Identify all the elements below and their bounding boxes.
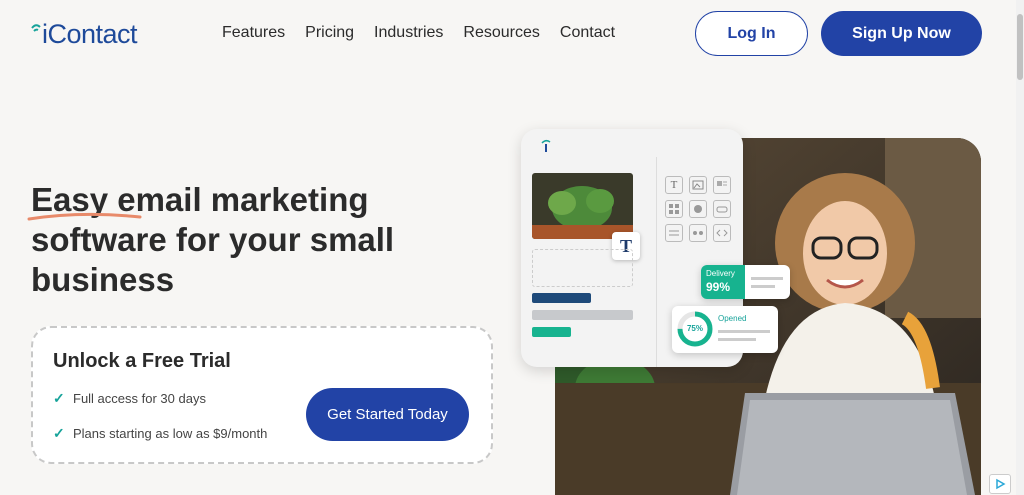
delivery-label: Delivery <box>706 269 735 278</box>
app-logo-icon <box>540 138 552 159</box>
panel-divider <box>656 157 657 367</box>
placeholder-line <box>751 285 775 288</box>
opened-stat-card: 75% Opened <box>672 306 778 353</box>
empty-drop-zone[interactable] <box>532 249 633 287</box>
block-toolbox: T <box>665 176 731 242</box>
button-tool-icon[interactable] <box>713 200 731 218</box>
trial-feature-text: Full access for 30 days <box>73 391 206 406</box>
text-tool-icon[interactable]: T <box>665 176 683 194</box>
opened-label: Opened <box>718 314 747 323</box>
placeholder-line <box>751 277 783 280</box>
trial-feature-text: Plans starting as low as $9/month <box>73 426 268 441</box>
text-placeholder <box>532 310 633 320</box>
delivery-stat-badge: Delivery 99% <box>701 265 745 299</box>
signup-button[interactable]: Sign Up Now <box>821 11 982 56</box>
placeholder-line <box>718 338 756 341</box>
heading-placeholder <box>532 293 591 303</box>
main-nav: Features Pricing Industries Resources Co… <box>222 24 615 42</box>
delivery-stat-card: Delivery 99% <box>701 265 790 299</box>
trial-title: Unlock a Free Trial <box>53 350 231 372</box>
video-tool-icon[interactable] <box>689 200 707 218</box>
image-text-tool-icon[interactable] <box>713 176 731 194</box>
social-tool-icon[interactable] <box>689 224 707 242</box>
scrollbar-thumb[interactable] <box>1017 14 1023 80</box>
logo-signal-icon <box>30 20 42 50</box>
plant-image-block <box>532 173 633 239</box>
placeholder-line <box>718 330 770 333</box>
nav-contact[interactable]: Contact <box>560 24 615 42</box>
opened-value: 75% <box>686 324 703 333</box>
columns-tool-icon[interactable] <box>665 200 683 218</box>
logo-text: iContact <box>42 19 138 49</box>
checkmark-icon: ✓ <box>53 425 65 441</box>
nav-pricing[interactable]: Pricing <box>305 24 354 42</box>
title-underline-decoration <box>27 212 142 221</box>
delivery-value: 99% <box>706 280 731 294</box>
ad-choices-icon[interactable] <box>989 474 1011 494</box>
divider-tool-icon[interactable] <box>665 224 683 242</box>
image-tool-icon[interactable] <box>689 176 707 194</box>
nav-industries[interactable]: Industries <box>374 24 443 42</box>
page-scrollbar[interactable] <box>1016 0 1024 495</box>
trial-feature-item: ✓ Plans starting as low as $9/month <box>53 425 267 442</box>
nav-features[interactable]: Features <box>222 24 285 42</box>
trial-feature-item: ✓ Full access for 30 days <box>53 390 206 407</box>
checkmark-icon: ✓ <box>53 390 65 406</box>
site-header: iContact Features Pricing Industries Res… <box>0 0 1016 68</box>
button-placeholder <box>532 327 571 337</box>
get-started-button[interactable]: Get Started Today <box>306 388 469 441</box>
hero-title: Easy email marketing software for your s… <box>31 181 395 298</box>
code-tool-icon[interactable] <box>713 224 731 242</box>
free-trial-card: Unlock a Free Trial ✓ Full access for 30… <box>31 326 493 464</box>
nav-resources[interactable]: Resources <box>463 24 539 42</box>
login-button[interactable]: Log In <box>695 11 808 56</box>
icontact-logo[interactable]: iContact <box>30 19 138 50</box>
